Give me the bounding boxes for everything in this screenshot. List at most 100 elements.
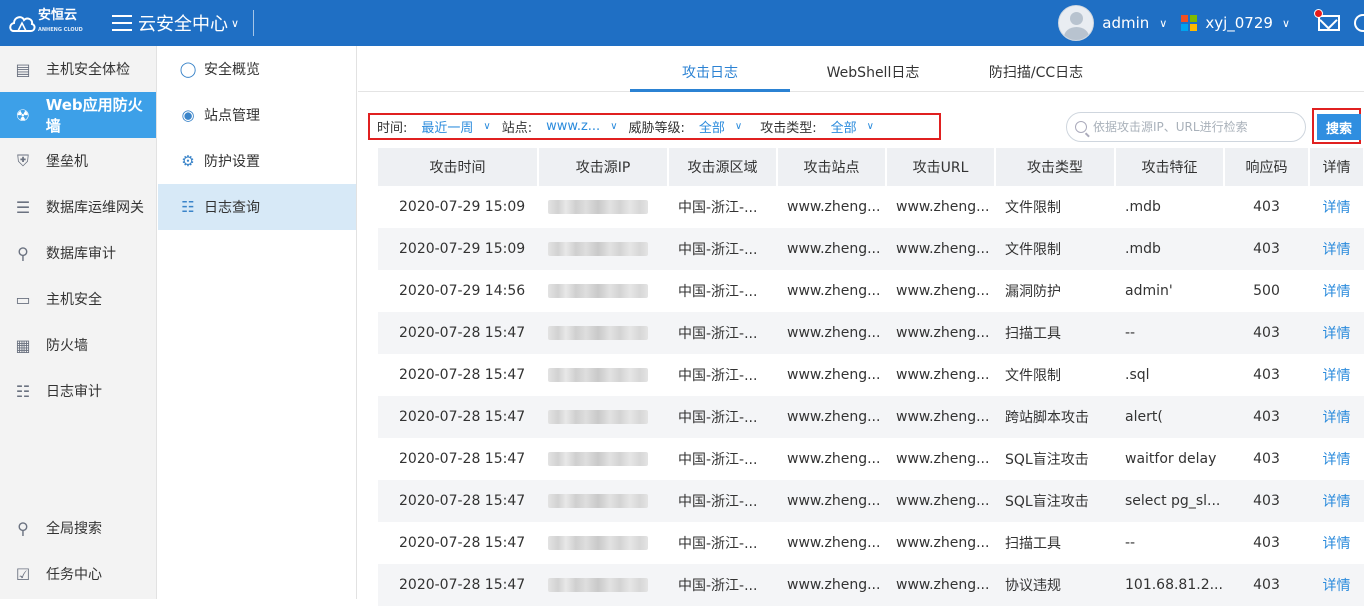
table-row: 2020-07-28 15:47 中国-浙江-... www.zheng... www… <box>378 522 1364 564</box>
detail-link[interactable]: 详情 <box>1323 578 1351 594</box>
detail-link[interactable]: 详情 <box>1323 410 1351 426</box>
log-tabs: 攻击日志 WebShell日志 防扫描/CC日志 <box>358 46 1364 92</box>
tab-anti-scan-cc-log[interactable]: 防扫描/CC日志 <box>956 46 1116 92</box>
detail-cell[interactable]: 详情 <box>1309 480 1364 522</box>
logo-subtext: ANHENG CLOUD <box>38 27 83 33</box>
chevron-down-icon: ∨ <box>610 121 618 132</box>
detail-cell[interactable]: 详情 <box>1309 312 1364 354</box>
app-switcher[interactable]: 云安全中心 ∨ <box>138 10 239 36</box>
detail-cell[interactable]: 详情 <box>1309 228 1364 270</box>
sidebar-item-log-audit[interactable]: ☷ 日志审计 <box>0 368 156 414</box>
detail-cell[interactable]: 详情 <box>1309 186 1364 228</box>
detail-link[interactable]: 详情 <box>1323 242 1351 258</box>
detail-link[interactable]: 详情 <box>1323 326 1351 342</box>
detail-cell[interactable]: 详情 <box>1309 396 1364 438</box>
table-cell: www.zheng... <box>787 283 881 299</box>
search-button[interactable]: 搜索 <box>1317 114 1361 140</box>
avatar[interactable] <box>1058 5 1095 41</box>
type-filter-value: 全部 <box>830 121 857 136</box>
detail-cell[interactable]: 详情 <box>1309 270 1364 312</box>
sidebar-item-label: 日志审计 <box>46 384 102 400</box>
search-icon: ⚲ <box>17 518 29 538</box>
sidebar-item-bastion[interactable]: ⛨ 堡垒机 <box>0 138 156 184</box>
table-cell: www.zheng... <box>896 199 990 215</box>
monitor-icon: ▭ <box>15 289 31 309</box>
redacted-ip-cell <box>538 438 668 480</box>
detail-link[interactable]: 详情 <box>1323 536 1351 552</box>
tab-attack-log[interactable]: 攻击日志 <box>630 46 790 92</box>
hamburger-menu-icon[interactable] <box>112 15 132 31</box>
table-cell: select pg_sl... <box>1115 480 1224 522</box>
sidebar-item-label: 任务中心 <box>46 567 102 583</box>
table-cell: www.zheng... <box>896 367 990 383</box>
table-cell: 403 <box>1253 451 1280 467</box>
table-cell: 协议违规 <box>995 564 1115 606</box>
time-filter-select[interactable]: 最近一周 ∨ <box>421 117 490 136</box>
time-filter-value: 最近一周 <box>421 121 474 136</box>
sidebar-item-label: 主机安全体检 <box>46 62 130 78</box>
table-cell: 403 <box>1253 199 1280 215</box>
logo[interactable]: 安恒云 ANHENG CLOUD <box>8 9 98 37</box>
detail-link[interactable]: 详情 <box>1323 452 1351 468</box>
subnav-item-log-query[interactable]: ☷ 日志查询 <box>158 184 356 230</box>
table-row: 2020-07-29 14:56 中国-浙江-... www.zheng... www… <box>378 270 1364 312</box>
database-icon: ☰ <box>15 197 31 217</box>
db-audit-icon: ⚲ <box>17 243 29 263</box>
username: admin <box>1102 14 1150 32</box>
site-filter-select[interactable]: www.z... ∨ <box>546 119 617 134</box>
detail-cell[interactable]: 详情 <box>1309 354 1364 396</box>
sidebar-item-waf[interactable]: ☢ Web应用防火墙 <box>0 92 156 138</box>
column-header: 详情 <box>1309 148 1364 186</box>
table-cell: 403 <box>1224 480 1309 522</box>
sidebar-item-host-check[interactable]: ▤ 主机安全体检 <box>0 46 156 92</box>
site-filter-label: 站点: <box>501 121 533 136</box>
detail-link[interactable]: 详情 <box>1323 200 1351 216</box>
tenant-menu[interactable]: xyj_0729 ∨ <box>1205 14 1290 32</box>
table-cell: alert( <box>1115 396 1224 438</box>
detail-link[interactable]: 详情 <box>1323 284 1351 300</box>
subnav-item-sites[interactable]: ◉ 站点管理 <box>158 92 356 138</box>
table-row: 2020-07-28 15:47 中国-浙江-... www.zheng... www… <box>378 438 1364 480</box>
table-cell: 中国-浙江-... <box>678 452 758 468</box>
table-cell: www.zheng... <box>886 480 995 522</box>
detail-link[interactable]: 详情 <box>1323 368 1351 384</box>
headset-icon[interactable] <box>1354 14 1364 32</box>
user-menu[interactable]: admin ∨ <box>1102 14 1167 32</box>
detail-cell[interactable]: 详情 <box>1309 564 1364 606</box>
table-cell: www.zheng... <box>896 451 990 467</box>
sidebar-item-db-gateway[interactable]: ☰ 数据库运维网关 <box>0 184 156 230</box>
redacted-ip <box>548 200 648 214</box>
table-cell: 2020-07-29 15:09 <box>399 199 526 215</box>
subnav-item-overview[interactable]: ◯ 安全概览 <box>158 46 356 92</box>
table-cell: SQL盲注攻击 <box>995 480 1115 522</box>
tab-webshell-log[interactable]: WebShell日志 <box>798 46 948 92</box>
search-input[interactable] <box>1093 120 1293 134</box>
chevron-down-icon: ∨ <box>1159 16 1168 30</box>
sidebar-item-label: 防火墙 <box>46 338 88 354</box>
table-cell: www.zheng... <box>777 396 886 438</box>
sidebar-item-task-center[interactable]: ☑ 任务中心 <box>0 551 157 597</box>
logo-text: 安恒云 ANHENG CLOUD <box>38 9 83 37</box>
threat-filter-label: 威胁等级: <box>628 121 685 136</box>
mail-icon[interactable] <box>1314 9 1340 31</box>
redacted-ip-cell <box>538 564 668 606</box>
log-audit-icon: ☷ <box>15 381 31 401</box>
detail-cell[interactable]: 详情 <box>1309 522 1364 564</box>
sidebar-item-db-audit[interactable]: ⚲ 数据库审计 <box>0 230 156 276</box>
detail-cell[interactable]: 详情 <box>1309 438 1364 480</box>
table-cell: 漏洞防护 <box>1005 284 1061 300</box>
detail-link[interactable]: 详情 <box>1323 494 1351 510</box>
subnav-item-protection[interactable]: ⚙ 防护设置 <box>158 138 356 184</box>
threat-filter-select[interactable]: 全部 ∨ <box>699 117 742 136</box>
redacted-ip-cell <box>538 228 668 270</box>
host-check-icon: ▤ <box>15 59 31 79</box>
table-cell: 2020-07-28 15:47 <box>378 312 538 354</box>
column-header: 攻击类型 <box>995 148 1116 186</box>
type-filter-select[interactable]: 全部 ∨ <box>831 117 874 136</box>
sidebar-item-host-security[interactable]: ▭ 主机安全 <box>0 276 156 322</box>
sidebar-item-firewall[interactable]: ▦ 防火墙 <box>0 322 156 368</box>
sidebar-item-label: 数据库运维网关 <box>46 200 144 216</box>
sidebar-item-global-search[interactable]: ⚲ 全局搜索 <box>0 505 157 551</box>
table-cell: 403 <box>1253 367 1280 383</box>
redacted-ip <box>548 452 648 466</box>
